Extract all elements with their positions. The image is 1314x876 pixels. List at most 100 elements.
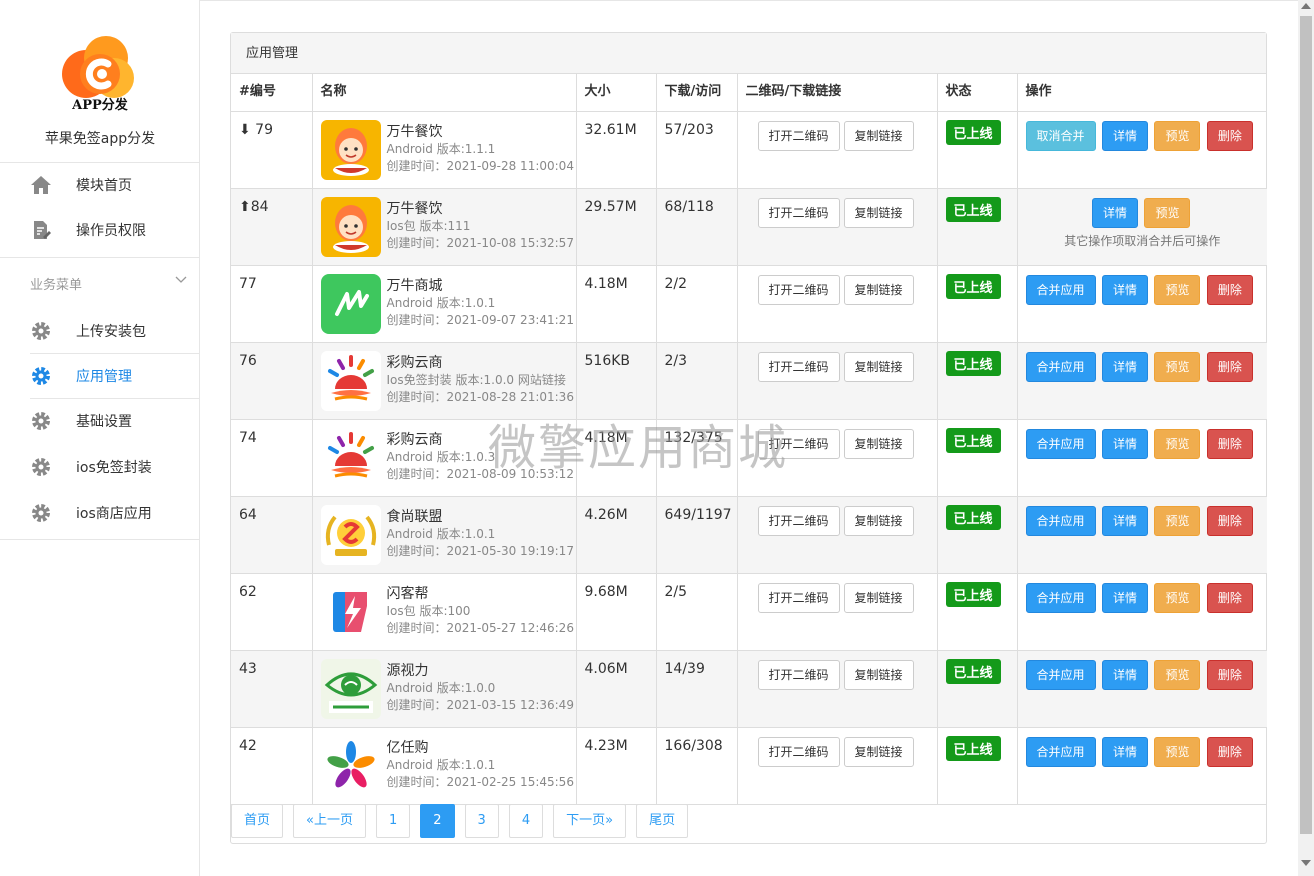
app-name-cell: 万牛商城 Android 版本:1.0.1 创建时间：2021-09-07 23:4… <box>312 265 577 343</box>
page-first[interactable]: 首页 <box>231 804 284 838</box>
app-name: 亿任购 <box>386 739 429 756</box>
app-name-cell: 源视力 Android 版本:1.0.0 创建时间：2021-03-15 12:36… <box>312 650 577 728</box>
detail-button[interactable]: 详情 <box>1101 120 1148 151</box>
copy-link-button[interactable]: 复制链接 <box>843 428 914 459</box>
detail-button[interactable]: 详情 <box>1101 428 1148 459</box>
delete-button[interactable]: 删除 <box>1206 428 1253 459</box>
detail-button[interactable]: 详情 <box>1101 736 1148 767</box>
copy-link-button[interactable]: 复制链接 <box>843 351 914 382</box>
delete-button[interactable]: 删除 <box>1206 274 1253 305</box>
nav-item-home[interactable]: 模块首页 <box>0 163 200 207</box>
copy-link-button[interactable]: 复制链接 <box>843 659 914 690</box>
preview-button[interactable]: 预览 <box>1154 274 1201 305</box>
delete-button[interactable]: 删除 <box>1206 659 1253 690</box>
detail-button[interactable]: 详情 <box>1101 351 1148 382</box>
page-3[interactable]: 3 <box>464 804 499 838</box>
nav-item-operator-permission[interactable]: 操作员权限 <box>0 208 200 252</box>
nav-item-basic-settings[interactable]: 基础设置 <box>0 399 200 443</box>
open-qr-button[interactable]: 打开二维码 <box>757 659 840 690</box>
copy-link-button[interactable]: 复制链接 <box>843 274 914 305</box>
unmerge-button[interactable]: 取消合并 <box>1025 120 1096 151</box>
app-downloads: 649/1197 <box>656 496 738 574</box>
page-1[interactable]: 1 <box>375 804 411 838</box>
app-meta: 彩购云商 Ios免签封装 版本:1.0.0 网站链接 创建时间：2021-08-28… <box>387 355 574 406</box>
qr-link-cell: 打开二维码 复制链接 <box>737 419 938 497</box>
nav-item-upload-package[interactable]: 上传安装包 <box>0 309 200 353</box>
actions-cell: 合并应用 详情 预览 删除 <box>1017 265 1267 343</box>
app-id: 62 <box>231 573 313 651</box>
page-prev[interactable]: «上一页 <box>293 804 366 838</box>
copy-link-button[interactable]: 复制链接 <box>843 197 914 228</box>
scrollbar-thumb[interactable] <box>1300 16 1312 834</box>
merge-app-button[interactable]: 合并应用 <box>1025 736 1096 767</box>
delete-button[interactable]: 删除 <box>1206 351 1253 382</box>
open-qr-button[interactable]: 打开二维码 <box>757 274 840 305</box>
section-title: 业务菜单 <box>30 278 83 293</box>
page-next[interactable]: 下一页» <box>553 804 627 838</box>
preview-button[interactable]: 预览 <box>1154 582 1201 613</box>
detail-button[interactable]: 详情 <box>1101 505 1148 536</box>
table-row: 64 食尚联盟 Android 版本:1.0.1 创建时间：2021-05-30 19… <box>231 496 1267 574</box>
gold-emblem-icon <box>320 504 381 565</box>
open-qr-button[interactable]: 打开二维码 <box>757 428 840 459</box>
delete-button[interactable]: 删除 <box>1206 505 1253 536</box>
page-2[interactable]: 2 <box>420 804 455 838</box>
preview-button[interactable]: 预览 <box>1154 505 1201 536</box>
open-qr-button[interactable]: 打开二维码 <box>757 197 840 228</box>
preview-button[interactable]: 预览 <box>1154 428 1201 459</box>
page-4[interactable]: 4 <box>508 804 544 838</box>
scroll-up-arrow-icon[interactable] <box>1301 3 1311 9</box>
status-badge: 已上线 <box>945 581 1001 607</box>
delete-button[interactable]: 删除 <box>1206 120 1253 151</box>
copy-link-button[interactable]: 复制链接 <box>843 736 914 767</box>
detail-button[interactable]: 详情 <box>1101 582 1148 613</box>
app-size: 4.23M <box>576 727 657 805</box>
chef-icon <box>320 119 381 180</box>
eye-logo-icon <box>320 658 381 719</box>
merge-app-button[interactable]: 合并应用 <box>1025 659 1096 690</box>
preview-button[interactable]: 预览 <box>1154 659 1201 690</box>
merge-app-button[interactable]: 合并应用 <box>1025 351 1096 382</box>
preview-button[interactable]: 预览 <box>1144 197 1191 228</box>
nav-item-ios-store-apps[interactable]: ios商店应用 <box>0 491 200 535</box>
edit-document-icon <box>30 219 52 241</box>
merge-app-button[interactable]: 合并应用 <box>1025 274 1096 305</box>
app-size: 4.18M <box>576 265 657 343</box>
gear-icon <box>30 365 52 387</box>
preview-button[interactable]: 预览 <box>1154 736 1201 767</box>
status-cell: 已上线 <box>937 419 1018 497</box>
open-qr-button[interactable]: 打开二维码 <box>757 351 840 382</box>
preview-button[interactable]: 预览 <box>1154 351 1201 382</box>
open-qr-button[interactable]: 打开二维码 <box>757 736 840 767</box>
nav-item-app-management[interactable]: 应用管理 <box>0 354 200 398</box>
app-name: 闪客帮 <box>386 585 429 602</box>
chevron-down-icon[interactable] <box>174 272 188 286</box>
detail-button[interactable]: 详情 <box>1092 197 1139 228</box>
detail-button[interactable]: 详情 <box>1101 659 1148 690</box>
open-qr-button[interactable]: 打开二维码 <box>757 120 840 151</box>
merge-app-button[interactable]: 合并应用 <box>1025 428 1096 459</box>
page-last[interactable]: 尾页 <box>636 804 689 838</box>
copy-link-button[interactable]: 复制链接 <box>843 505 914 536</box>
delete-button[interactable]: 删除 <box>1206 736 1253 767</box>
copy-link-button[interactable]: 复制链接 <box>843 120 914 151</box>
nav-item-label: 模块首页 <box>76 178 132 194</box>
app-downloads: 57/203 <box>656 111 738 189</box>
app-downloads: 2/2 <box>656 265 738 343</box>
app-name: 食尚联盟 <box>386 508 443 525</box>
open-qr-button[interactable]: 打开二维码 <box>757 505 840 536</box>
scroll-down-arrow-icon[interactable] <box>1301 860 1311 866</box>
status-badge: 已上线 <box>945 350 1001 376</box>
merge-app-button[interactable]: 合并应用 <box>1025 505 1096 536</box>
nav-item-label: 上传安装包 <box>76 324 146 340</box>
merge-app-button[interactable]: 合并应用 <box>1025 582 1096 613</box>
open-qr-button[interactable]: 打开二维码 <box>757 582 840 613</box>
app-version: Android 版本:1.1.1 <box>386 141 496 156</box>
nav-item-ios-wrapper[interactable]: ios免签封装 <box>0 445 200 489</box>
status-badge: 已上线 <box>945 658 1001 684</box>
detail-button[interactable]: 详情 <box>1101 274 1148 305</box>
delete-button[interactable]: 删除 <box>1206 582 1253 613</box>
copy-link-button[interactable]: 复制链接 <box>843 582 914 613</box>
app-name-cell: 万牛餐饮 Ios包 版本:111 创建时间：2021-10-08 15:32:57 <box>312 188 577 266</box>
preview-button[interactable]: 预览 <box>1154 120 1201 151</box>
